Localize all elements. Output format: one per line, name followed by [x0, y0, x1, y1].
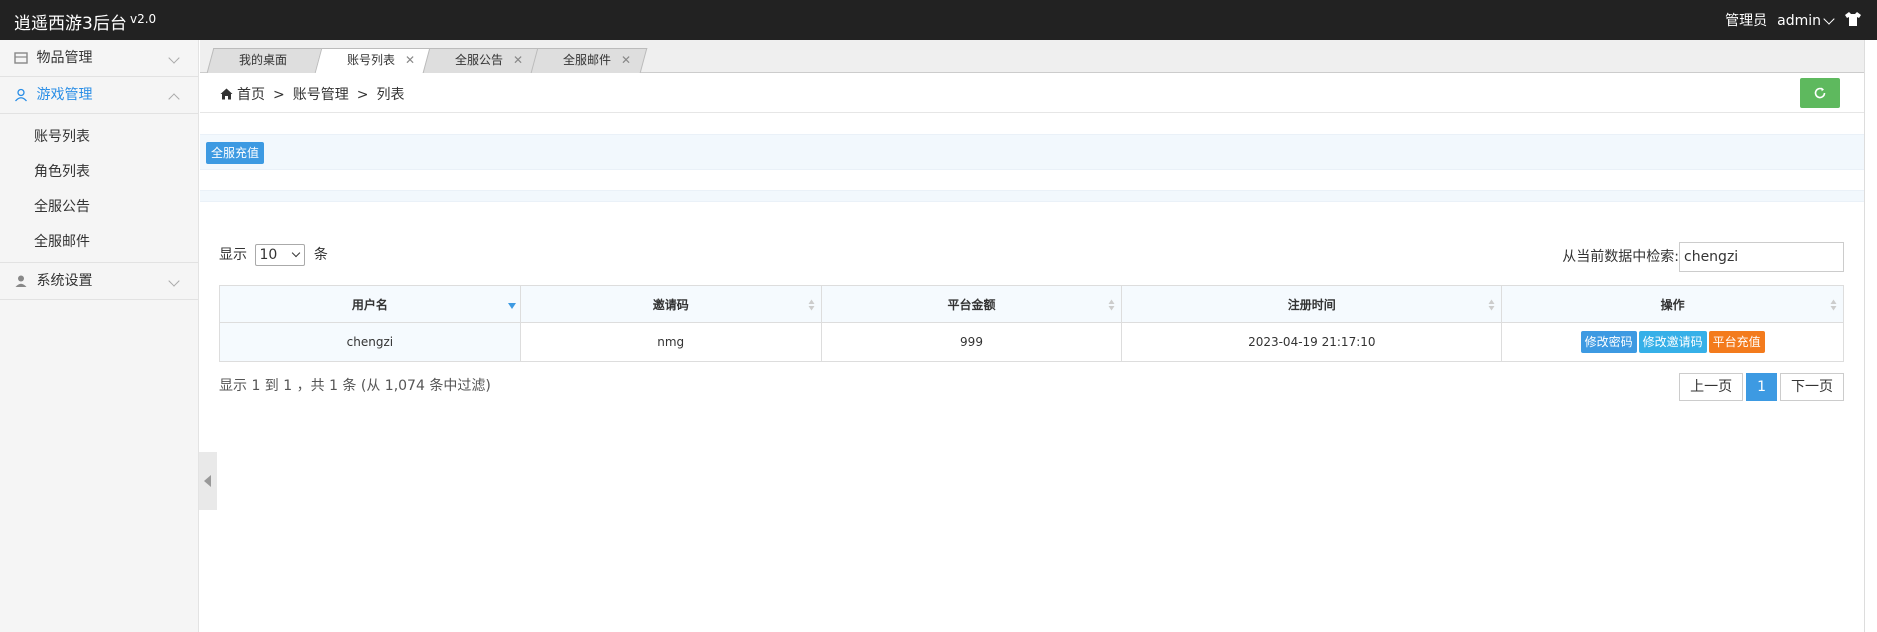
close-icon[interactable]: ✕: [621, 49, 631, 72]
tab-desktop[interactable]: 我的桌面: [206, 48, 324, 73]
column-header-registered[interactable]: 注册时间: [1121, 285, 1503, 323]
sidebar: 物品管理 游戏管理 账号列表 角色列表 全服公告 全服邮件 系统设置: [0, 40, 199, 632]
sidebar-subitem-roles[interactable]: 角色列表: [0, 155, 198, 190]
refresh-icon: [1814, 87, 1826, 99]
tab-mail[interactable]: 全服邮件 ✕: [530, 48, 648, 73]
header-label: 注册时间: [1287, 297, 1336, 312]
sidebar-item-game[interactable]: 游戏管理: [0, 77, 198, 114]
column-header-username[interactable]: 用户名: [219, 285, 521, 323]
tab-label: 账号列表: [347, 53, 396, 67]
close-icon[interactable]: ✕: [513, 49, 523, 72]
header-label: 平台金额: [947, 297, 996, 312]
breadcrumb-home[interactable]: 首页: [237, 87, 265, 103]
table-info: 显示 1 到 1 ，共 1 条 (从 1,074 条中过滤): [219, 378, 491, 394]
chevron-down-icon: [292, 248, 301, 258]
recharge-all-button[interactable]: 全服充值: [206, 142, 265, 164]
breadcrumb-bar: 首页 > 账号管理 > 列表: [200, 73, 1864, 113]
chevron-down-icon: [168, 275, 180, 287]
show-suffix: 条: [313, 247, 328, 263]
cell-invite-code: nmg: [519, 322, 822, 362]
app-title: 逍遥西游3后台: [14, 14, 127, 34]
sidebar-item-label: 游戏管理: [36, 87, 93, 103]
sort-icon: [1830, 299, 1837, 311]
refresh-button[interactable]: [1800, 78, 1840, 108]
sidebar-submenu: 账号列表 角色列表 全服公告 全服邮件: [0, 114, 198, 263]
search-input[interactable]: chengzi: [1679, 242, 1844, 272]
platform-recharge-button[interactable]: 平台充值: [1708, 331, 1765, 353]
column-header-balance[interactable]: 平台金额: [820, 285, 1123, 323]
sidebar-collapse-toggle[interactable]: [199, 452, 217, 510]
breadcrumb: 首页 > 账号管理 > 列表: [220, 84, 404, 104]
accounts-table: 用户名 邀请码 平台金额 注册时间 操作 chengzi nmg 999 202…: [219, 285, 1844, 362]
chevron-down-icon: [168, 52, 180, 64]
action-toolbar: 全服充值: [200, 134, 1864, 170]
page-size-select[interactable]: 10: [255, 244, 306, 266]
tab-accounts[interactable]: 账号列表 ✕: [314, 48, 432, 73]
pagination: 上一页 1 下一页: [1679, 373, 1844, 401]
close-icon[interactable]: ✕: [405, 49, 415, 72]
sidebar-subitem-accounts[interactable]: 账号列表: [0, 120, 198, 155]
user-role: 管理员: [1725, 13, 1768, 29]
arrow-left-icon: [204, 475, 211, 487]
sidebar-subitem-announcement[interactable]: 全服公告: [0, 190, 198, 225]
box-icon: [14, 52, 28, 64]
cell-username: chengzi: [219, 322, 521, 362]
column-header-actions[interactable]: 操作: [1501, 285, 1844, 323]
top-navbar: 逍遥西游3后台 v2.0 管理员 admin: [0, 0, 1877, 40]
shirt-icon[interactable]: [1843, 9, 1863, 29]
header-label: 邀请码: [652, 297, 689, 312]
tab-bar: 我的桌面 账号列表 ✕ 全服公告 ✕ 全服邮件 ✕: [200, 40, 1864, 73]
sidebar-item-items[interactable]: 物品管理: [0, 40, 198, 77]
breadcrumb-level2: 列表: [376, 87, 405, 103]
divider-strip: [200, 190, 1864, 202]
page-length-control: 显示 10 条: [219, 244, 328, 266]
table-row: chengzi nmg 999 2023-04-19 21:17:10 修改密码…: [219, 322, 1844, 362]
cell-registered: 2023-04-19 21:17:10: [1121, 322, 1503, 362]
search-label: 从当前数据中检索:: [1562, 249, 1679, 265]
table-header-row: 用户名 邀请码 平台金额 注册时间 操作: [219, 285, 1844, 323]
home-icon: [220, 88, 233, 100]
user-name[interactable]: admin: [1777, 13, 1821, 29]
page-size-value: 10: [259, 247, 278, 263]
sidebar-subitem-mail[interactable]: 全服邮件: [0, 225, 198, 260]
header-label: 操作: [1660, 297, 1685, 312]
scrollbar[interactable]: [1864, 40, 1877, 632]
change-invite-code-button[interactable]: 修改邀请码: [1638, 331, 1707, 353]
next-page-button[interactable]: 下一页: [1780, 373, 1844, 401]
cell-balance: 999: [820, 322, 1123, 362]
sidebar-item-label: 物品管理: [36, 50, 93, 66]
breadcrumb-level1: 账号管理: [292, 87, 349, 103]
breadcrumb-separator: >: [356, 87, 369, 103]
show-prefix: 显示: [219, 247, 247, 263]
tab-label: 全服公告: [455, 53, 504, 67]
column-header-invite-code[interactable]: 邀请码: [519, 285, 822, 323]
sidebar-item-label: 系统设置: [36, 273, 93, 289]
tab-announcement[interactable]: 全服公告 ✕: [422, 48, 540, 73]
user-menu[interactable]: 管理员 admin: [1725, 10, 1837, 30]
app-version: v2.0: [130, 12, 157, 26]
sidebar-item-settings[interactable]: 系统设置: [0, 263, 198, 300]
person-icon: [15, 275, 27, 287]
cell-actions: 修改密码 修改邀请码 平台充值: [1501, 322, 1844, 362]
prev-page-button[interactable]: 上一页: [1679, 373, 1744, 401]
sort-icon: [808, 299, 815, 311]
chevron-down-icon[interactable]: [1823, 13, 1835, 25]
sort-desc-icon: [507, 303, 516, 309]
tab-label: 全服邮件: [563, 53, 612, 67]
tab-label: 我的桌面: [239, 53, 288, 67]
breadcrumb-separator: >: [273, 87, 285, 103]
sort-icon: [1488, 299, 1495, 311]
change-password-button[interactable]: 修改密码: [1580, 331, 1637, 353]
sort-icon: [1108, 299, 1115, 311]
table-search: 从当前数据中检索: chengzi: [1562, 242, 1844, 272]
chevron-up-icon: [168, 93, 180, 105]
user-icon: [15, 88, 27, 102]
header-label: 用户名: [351, 297, 388, 312]
page-number-button[interactable]: 1: [1746, 373, 1777, 401]
